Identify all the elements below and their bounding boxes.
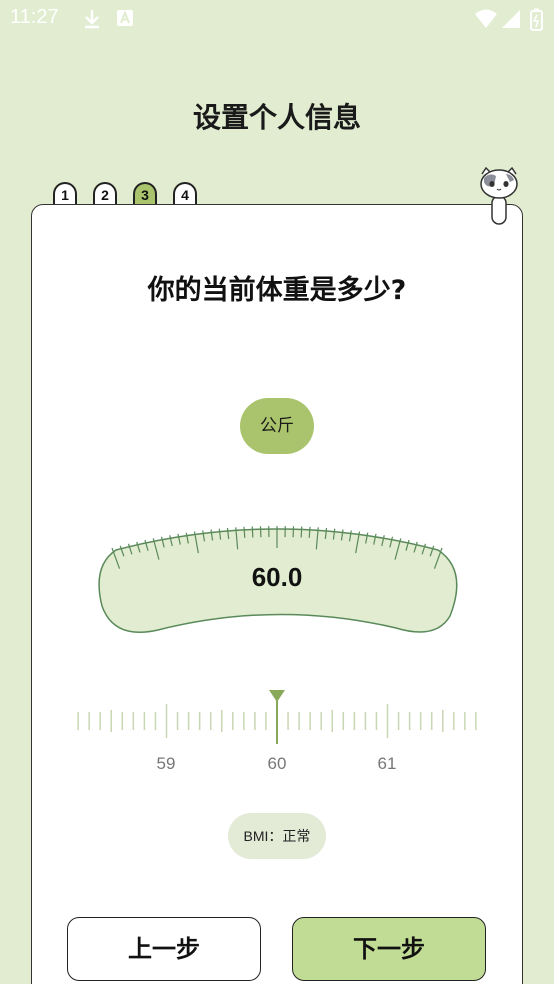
a-notification-icon	[117, 10, 133, 26]
ruler-label-59: 59	[156, 754, 176, 773]
step-tab-1[interactable]: 1	[53, 182, 77, 206]
weight-value: 60.0	[251, 562, 303, 592]
bmi-status-badge: BMI：正常	[228, 813, 326, 859]
status-bar: 11:27	[0, 0, 554, 38]
question-heading: 你的当前体重是多少?	[147, 275, 407, 306]
wifi-icon	[475, 9, 497, 28]
signal-icon	[502, 10, 520, 28]
previous-step-button[interactable]: 上一步	[67, 917, 261, 981]
scale-tick	[308, 526, 311, 538]
status-time: 11:27	[10, 6, 59, 28]
download-icon	[85, 10, 99, 29]
step-tab-4[interactable]: 4	[173, 182, 197, 206]
cat-clip-icon	[480, 166, 518, 225]
ruler-label-61: 61	[377, 754, 397, 773]
unit-toggle-button[interactable]: 公斤	[240, 398, 314, 454]
battery-icon	[530, 8, 543, 31]
ruler-label-60: 60	[267, 754, 287, 773]
step-tab-2[interactable]: 2	[93, 182, 117, 206]
scale-tick	[251, 526, 254, 538]
scale-tick	[243, 526, 246, 538]
weight-ruler[interactable]	[70, 688, 484, 750]
step-tab-3[interactable]: 3	[133, 182, 157, 206]
next-step-button[interactable]: 下一步	[292, 917, 486, 981]
page-title: 设置个人信息	[192, 101, 361, 134]
scale-tick	[300, 526, 303, 538]
